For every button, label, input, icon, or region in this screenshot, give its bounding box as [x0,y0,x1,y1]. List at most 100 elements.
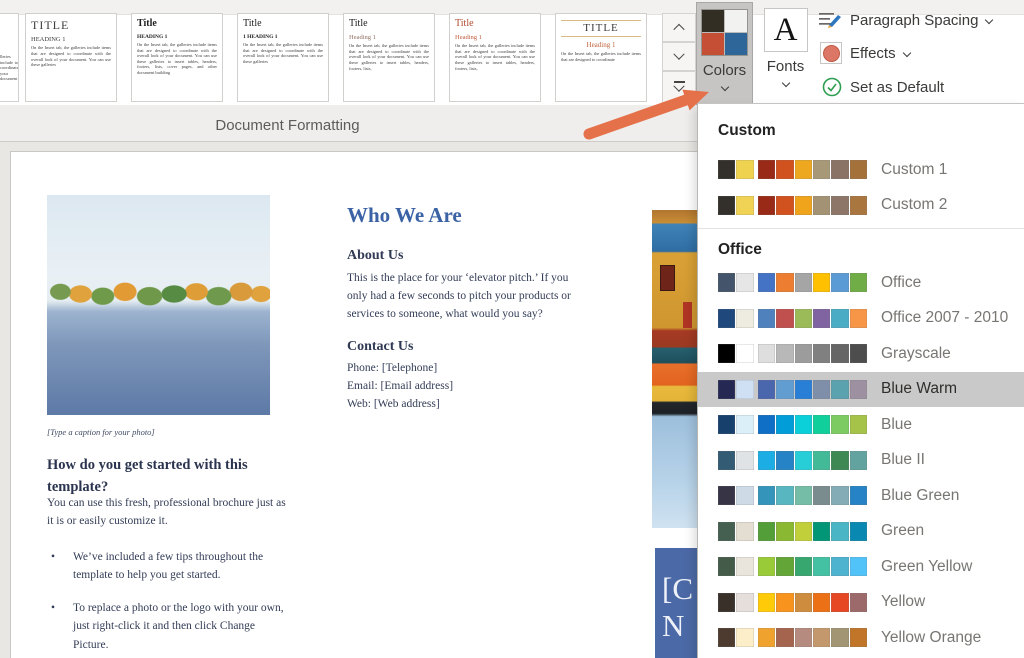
contact-us-heading[interactable]: Contact Us [347,339,414,355]
paragraph-spacing-icon [819,11,843,29]
colors-button[interactable]: Colors [696,2,753,105]
palette-swatch [718,415,735,434]
palette-swatch [758,344,775,363]
paragraph-spacing-button[interactable]: Paragraph Spacing [819,11,992,29]
palette-swatch [813,273,830,292]
palette-swatch [831,593,848,612]
red-chair [683,302,692,328]
palette-swatch [776,160,793,179]
thumbnail-body: On the Insert tab, the galleries include… [455,43,535,71]
bullet-item[interactable]: •To replace a photo or the logo with you… [47,599,287,654]
theme-option-office-2007-2010[interactable]: Office 2007 - 2010 [698,301,1024,337]
theme-option-custom-1[interactable]: Custom 1 [698,152,1024,188]
style-thumbnail[interactable]: TitleHEADING 1On the Insert tab, the gal… [131,13,223,102]
palette-swatch [758,273,775,292]
theme-name: Yellow [881,593,925,611]
contact-line[interactable]: Phone: [Telephone] [347,359,582,377]
style-thumbnail-partial[interactable]: lleries include to coordinate your docum… [0,13,19,102]
theme-option-custom-2[interactable]: Custom 2 [698,188,1024,224]
contact-lines[interactable]: Phone: [Telephone]Email: [Email address]… [347,359,582,413]
palette-swatch [736,415,753,434]
palette-swatch [813,557,830,576]
thumbnail-body: On the Insert tab, the galleries include… [561,51,641,62]
colors-swatch-icon [701,9,748,56]
menu-section-header: Custom [698,116,1024,146]
palette-swatch [795,273,812,292]
theme-option-grayscale[interactable]: Grayscale [698,336,1024,372]
gallery-scroll-up-button[interactable] [662,13,696,42]
theme-name: Office 2007 - 2010 [881,309,1008,327]
palette-swatch [758,196,775,215]
about-us-heading[interactable]: About Us [347,248,403,264]
palette-swatch [718,593,735,612]
gallery-scroll-down-button[interactable] [662,42,696,71]
theme-name: Green Yellow [881,558,972,576]
theme-name: Yellow Orange [881,629,981,647]
contact-line[interactable]: Web: [Web address] [347,395,582,413]
bullet-item[interactable]: •We’ve included a few tips throughout th… [47,548,287,585]
palette-swatch [776,344,793,363]
style-thumbnail-body: lleries include to coordinate your docum… [0,54,18,82]
company-name-placeholder[interactable]: [CN [655,548,697,658]
chevron-down-icon [720,83,728,91]
kayaks-photo[interactable] [652,210,697,528]
palette-swatch [813,451,830,470]
fonts-button[interactable]: A Fonts [757,2,814,105]
thumbnail-title: Title [137,19,217,30]
palette-swatch [831,486,848,505]
palette-swatch [736,451,753,470]
theme-option-blue-green[interactable]: Blue Green [698,478,1024,514]
about-us-body[interactable]: This is the place for your ‘elevator pit… [347,269,582,323]
color-quadrant [725,10,747,32]
palette-swatch [831,160,848,179]
company-name-text: N [662,607,697,644]
theme-palette [718,344,868,363]
who-we-are-title[interactable]: Who We Are [347,203,462,228]
palette-swatch [758,628,775,647]
set-as-default-button[interactable]: Set as Default [822,77,944,97]
fonts-icon: A [764,8,808,52]
palette-swatch [736,309,753,328]
theme-option-blue-warm[interactable]: Blue Warm [698,372,1024,408]
theme-colors-dropdown: Custom Custom 1Custom 2 OfficeOffice Office… [697,103,1024,658]
gallery-more-button[interactable] [662,71,696,103]
menu-section-header: Office [698,235,1024,265]
theme-option-blue[interactable]: Blue [698,407,1024,443]
theme-option-green[interactable]: Green [698,514,1024,550]
palette-swatch [776,557,793,576]
palette-swatch [813,160,830,179]
palette-swatch [850,344,867,363]
palette-swatch [736,380,753,399]
theme-option-yellow[interactable]: Yellow [698,585,1024,621]
photo-caption[interactable]: [Type a caption for your photo] [47,427,155,437]
thumbnail-heading: Heading 1 [349,34,429,42]
theme-option-green-yellow[interactable]: Green Yellow [698,549,1024,585]
theme-option-blue-ii[interactable]: Blue II [698,443,1024,479]
bullet-list[interactable]: •We’ve included a few tips throughout th… [47,548,287,658]
contact-line[interactable]: Email: [Email address] [347,377,582,395]
style-thumbnail[interactable]: TITLEHeading 1On the Insert tab, the gal… [555,13,647,102]
palette-swatch [736,273,753,292]
theme-palette [718,309,868,328]
theme-option-office[interactable]: Office [698,265,1024,301]
effects-button[interactable]: Effects [820,42,910,64]
palette-swatch [776,451,793,470]
bullet-text: We’ve included a few tips throughout the… [64,548,287,585]
palette-swatch [831,522,848,541]
style-thumbnail[interactable]: TITLEHEADING 1On the Insert tab, the gal… [25,13,117,102]
left-column-intro[interactable]: You can use this fresh, professional bro… [47,494,289,530]
left-column-heading[interactable]: How do you get started with this templat… [47,455,292,499]
company-name-text: [C [662,570,697,607]
theme-option-yellow-orange[interactable]: Yellow Orange [698,620,1024,656]
boathouse-window [660,265,675,291]
palette-swatch [758,451,775,470]
chevron-down-icon [781,79,789,87]
style-thumbnail[interactable]: TitleHeading 1On the Insert tab, the gal… [343,13,435,102]
lake-photo[interactable] [47,195,270,415]
palette-swatch [831,273,848,292]
palette-swatch [795,309,812,328]
palette-swatch [718,557,735,576]
style-thumbnail[interactable]: TitleHeading 1On the Insert tab, the gal… [449,13,541,102]
palette-swatch [718,344,735,363]
style-thumbnail[interactable]: Title1 HEADING 1On the Insert tab, the g… [237,13,329,102]
